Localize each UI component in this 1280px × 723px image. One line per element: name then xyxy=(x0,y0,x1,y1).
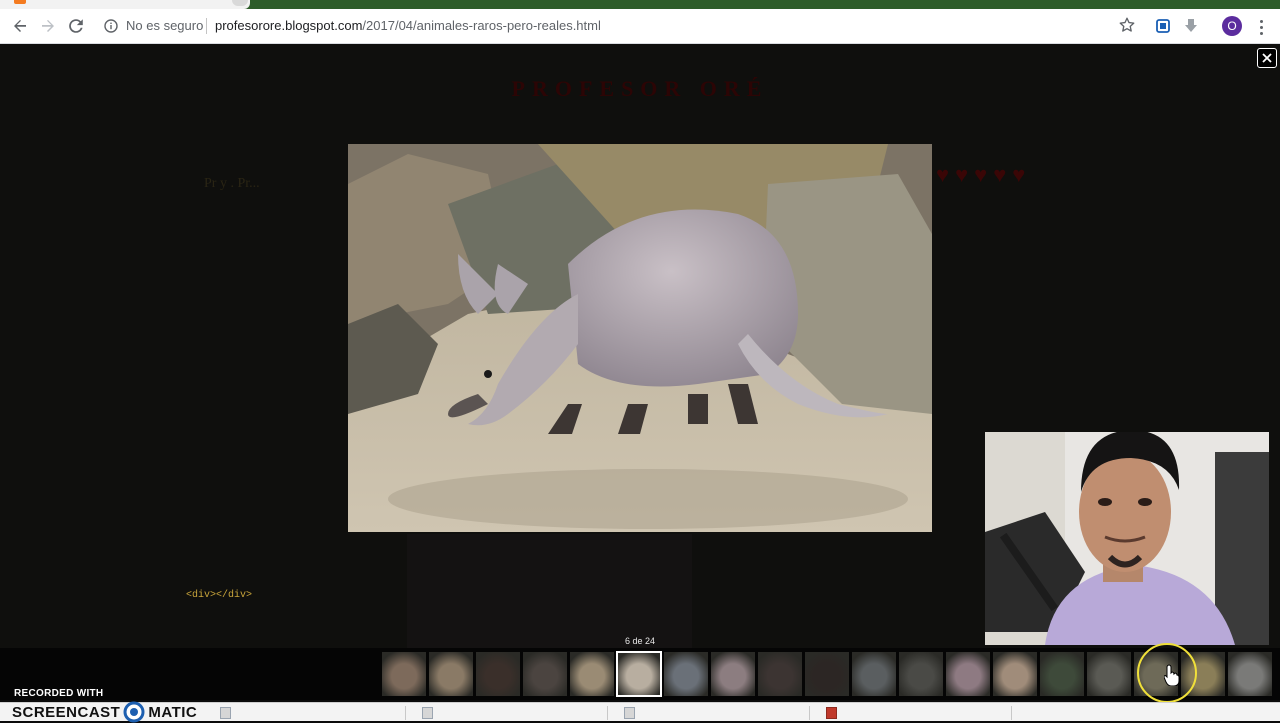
image-counter: 6 de 24 xyxy=(624,636,656,646)
active-tab[interactable] xyxy=(0,0,250,9)
thumbnail-item[interactable] xyxy=(382,652,426,696)
url-host: profesorore.blogspot.com xyxy=(215,18,363,33)
div-tag-label: <div></div> xyxy=(186,590,253,601)
heart-icon: ♥ xyxy=(1012,162,1026,187)
reload-icon[interactable] xyxy=(64,14,88,38)
cast-extension-icon[interactable] xyxy=(1152,15,1174,37)
hearts-decoration: ♥ ♥ ♥ ♥ ♥ xyxy=(936,164,1025,186)
browser-toolbar: No es seguro profesorore.blogspot.com/20… xyxy=(0,9,1280,44)
url-text[interactable]: profesorore.blogspot.com/2017/04/animale… xyxy=(215,18,601,33)
heart-icon: ♥ xyxy=(993,162,1007,187)
heart-icon: ♥ xyxy=(936,162,950,187)
bookmark-star-icon[interactable] xyxy=(1118,16,1136,34)
profile-avatar[interactable]: O xyxy=(1222,16,1242,36)
address-bar[interactable]: No es seguro profesorore.blogspot.com/20… xyxy=(96,13,1146,39)
recorded-with-label: RECORDED WITH xyxy=(14,688,104,699)
thumbnail-item[interactable] xyxy=(805,652,849,696)
thumbnail-item[interactable] xyxy=(1087,652,1131,696)
pdf-file-icon xyxy=(826,707,837,719)
thumbnail-item[interactable] xyxy=(711,652,755,696)
thumbnail-item[interactable] xyxy=(946,652,990,696)
url-path: /2017/04/animales-raros-pero-reales.html xyxy=(362,18,601,33)
lightbox-close-button[interactable] xyxy=(1257,48,1277,68)
info-icon[interactable] xyxy=(104,19,118,33)
blog-title: PROFESOR ORÉ xyxy=(511,76,769,101)
file-icon xyxy=(624,707,635,719)
back-icon[interactable] xyxy=(8,14,32,38)
close-icon xyxy=(1262,53,1272,63)
omnibox-divider xyxy=(206,18,207,34)
file-icon xyxy=(220,707,231,719)
thumbnail-item[interactable] xyxy=(523,652,567,696)
hand-cursor-icon xyxy=(1163,664,1180,687)
thumbnail-item[interactable] xyxy=(429,652,473,696)
thumbnail-item[interactable] xyxy=(570,652,614,696)
security-label[interactable]: No es seguro xyxy=(126,18,203,33)
thumbnail-item[interactable] xyxy=(1228,652,1272,696)
menu-kebab-icon[interactable] xyxy=(1253,17,1269,37)
download-item[interactable] xyxy=(624,706,635,720)
heart-icon: ♥ xyxy=(974,162,988,187)
forward-icon[interactable] xyxy=(36,14,60,38)
tab-strip xyxy=(0,0,1280,9)
brand-right: MATIC xyxy=(148,703,198,721)
blog-breadcrumb: Pr y . Pr... xyxy=(204,176,260,191)
thumbnail-item[interactable] xyxy=(852,652,896,696)
thumbnail-item[interactable] xyxy=(1040,652,1084,696)
file-icon xyxy=(422,707,433,719)
background-post-image xyxy=(407,534,692,648)
thumbnail-item[interactable] xyxy=(476,652,520,696)
thumbnail-item[interactable] xyxy=(664,652,708,696)
lightbox-main-photo[interactable] xyxy=(348,144,932,532)
thumbnail-item[interactable] xyxy=(616,651,662,697)
screencast-o-matic-logo: SCREENCAST MATIC xyxy=(12,701,198,723)
download-item[interactable] xyxy=(422,706,433,720)
download-divider xyxy=(405,706,406,720)
thumbnail-item[interactable] xyxy=(993,652,1037,696)
webcam-overlay xyxy=(985,432,1269,645)
download-divider xyxy=(809,706,810,720)
download-divider xyxy=(1011,706,1012,720)
download-icon[interactable] xyxy=(1180,15,1202,37)
thumbnail-item[interactable] xyxy=(899,652,943,696)
thumbnail-filmstrip xyxy=(0,648,1280,700)
brand-left: SCREENCAST xyxy=(12,703,121,721)
thumbnail-item[interactable] xyxy=(758,652,802,696)
heart-icon: ♥ xyxy=(955,162,969,187)
download-item[interactable] xyxy=(220,706,231,720)
download-divider xyxy=(607,706,608,720)
blogger-favicon-icon xyxy=(14,0,26,4)
download-item[interactable] xyxy=(826,706,837,720)
